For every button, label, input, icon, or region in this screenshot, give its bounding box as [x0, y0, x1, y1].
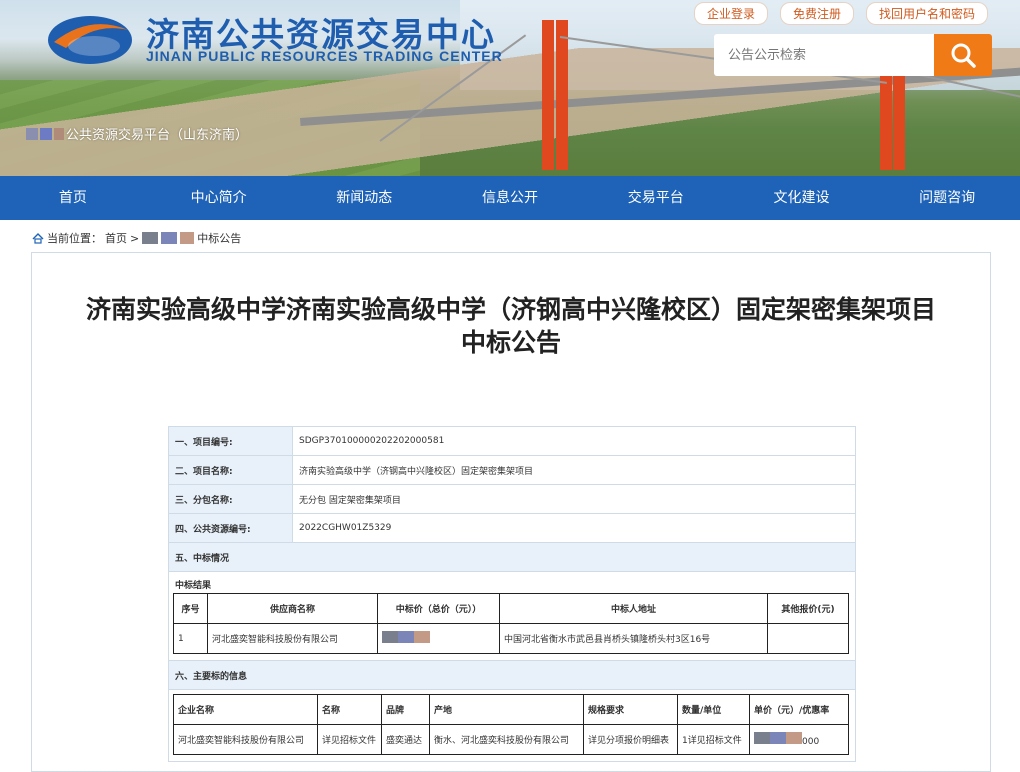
redacted-block: [414, 631, 430, 643]
table-header-row: 企业名称 名称 品牌 产地 规格要求 数量/单位 单价（元）/优惠率: [173, 694, 849, 725]
field-label: 三、分包名称:: [168, 484, 293, 514]
breadcrumb-home-link[interactable]: 首页: [105, 230, 127, 246]
nav-item-news[interactable]: 新闻动态: [291, 176, 437, 220]
table-cell: 详见分项报价明细表: [583, 724, 678, 755]
result-title: 中标结果: [175, 581, 212, 591]
field-value: 无分包 固定架密集架项目: [292, 484, 856, 514]
logo-icon[interactable]: [44, 8, 136, 68]
breadcrumb-prefix: 当前位置：: [47, 232, 102, 245]
page-title-line2: 中标公告: [460, 328, 561, 357]
field-label: 二、项目名称:: [168, 455, 293, 485]
field-value: 济南实验高级中学（济钢高中兴隆校区）固定架密集架项目: [292, 455, 856, 485]
table-cell: 1详见招标文件: [677, 724, 750, 755]
table-row: 企业名称 名称 品牌 产地 规格要求 数量/单位 单价（元）/优惠率 河北盛奕智…: [168, 689, 856, 762]
nav-item-consult[interactable]: 问题咨询: [874, 176, 1020, 220]
column-header: 中标人地址: [499, 593, 768, 624]
nav-item-trading[interactable]: 交易平台: [583, 176, 729, 220]
table-row: 1 河北盛奕智能科技股份有限公司 中国河北省衡水市武邑县肖桥头镇隆桥头村3区16…: [173, 623, 849, 654]
banner-bridge-tower: [880, 60, 892, 170]
result-table: 序号 供应商名称 中标价（总价（元）） 中标人地址 其他报价(元) 1 河北盛奕…: [173, 593, 849, 654]
field-label: 四、公共资源编号:: [168, 513, 293, 543]
unit-price-suffix: 000: [802, 737, 820, 747]
redacted-block: [786, 732, 802, 744]
platform-label: 公共资源交易平台（山东济南）: [26, 124, 248, 143]
redacted-block: [180, 232, 195, 244]
table-row: 四、公共资源编号: 2022CGHW01Z5329: [168, 513, 856, 543]
table-row: 六、主要标的信息: [168, 660, 856, 690]
table-cell: 中国河北省衡水市武邑县肖桥头镇隆桥头村3区16号: [499, 623, 768, 654]
column-header: 规格要求: [583, 694, 678, 725]
table-cell: 盛奕通达: [381, 724, 430, 755]
column-header: 名称: [317, 694, 382, 725]
field-label: 一、项目编号:: [168, 426, 293, 456]
register-link[interactable]: 免费注册: [779, 2, 854, 25]
nav-item-about[interactable]: 中心简介: [146, 176, 292, 220]
table-cell: 衡水、河北盛奕科技股份有限公司: [429, 724, 584, 755]
items-cell: 企业名称 名称 品牌 产地 规格要求 数量/单位 单价（元）/优惠率 河北盛奕智…: [168, 689, 856, 762]
column-header: 产地: [429, 694, 584, 725]
redacted-block: [40, 127, 52, 140]
banner-bridge-tower: [893, 60, 905, 170]
table-cell: [767, 623, 849, 654]
field-value: 2022CGHW01Z5329: [292, 513, 856, 543]
redacted-block: [754, 732, 770, 744]
logo-subtitle: JINAN PUBLIC RESOURCES TRADING CENTER: [146, 48, 503, 64]
table-row: 中标结果 序号 供应商名称 中标价（总价（元）） 中标人地址 其他报价(元) 1…: [168, 571, 856, 661]
search-icon: [951, 43, 976, 68]
field-value: SDGP370100000202202000581: [292, 426, 856, 456]
result-cell: 中标结果 序号 供应商名称 中标价（总价（元）） 中标人地址 其他报价(元) 1…: [168, 571, 856, 661]
table-cell: 1: [173, 623, 208, 654]
page-title-line1: 济南实验高级中学济南实验高级中学（济钢高中兴隆校区）固定架密集架项目: [85, 295, 936, 324]
redacted-block: [398, 631, 414, 643]
column-header: 企业名称: [173, 694, 318, 725]
table-row: 二、项目名称: 济南实验高级中学（济钢高中兴隆校区）固定架密集架项目: [168, 455, 856, 485]
redacted-block: [161, 232, 178, 244]
platform-label-text: 公共资源交易平台（山东济南）: [66, 128, 249, 143]
table-cell: 详见招标文件: [317, 724, 382, 755]
column-header: 单价（元）/优惠率: [749, 694, 849, 725]
home-icon: [32, 232, 44, 244]
notice-table: 一、项目编号: SDGP370100000202202000581 二、项目名称…: [168, 426, 856, 762]
table-cell: 河北盛奕智能科技股份有限公司: [173, 724, 318, 755]
column-header: 序号: [173, 593, 208, 624]
table-row: 一、项目编号: SDGP370100000202202000581: [168, 426, 856, 456]
redacted-block: [26, 127, 38, 140]
nav-item-disclosure[interactable]: 信息公开: [437, 176, 583, 220]
breadcrumb-current[interactable]: 中标公告: [197, 230, 241, 246]
banner-bridge-tower: [542, 20, 554, 170]
table-header-row: 序号 供应商名称 中标价（总价（元）） 中标人地址 其他报价(元): [173, 593, 849, 624]
header-banner: 济南公共资源交易中心 JINAN PUBLIC RESOURCES TRADIN…: [0, 0, 1020, 176]
column-header: 其他报价(元): [767, 593, 849, 624]
column-header: 品牌: [381, 694, 430, 725]
redacted-block: [54, 127, 64, 140]
top-links: 企业登录 免费注册 找回用户名和密码: [693, 2, 988, 25]
redacted-block: [382, 631, 398, 643]
redacted-block: [770, 732, 786, 744]
section-heading: 六、主要标的信息: [168, 660, 856, 690]
section-heading: 五、中标情况: [168, 542, 856, 572]
table-row: 三、分包名称: 无分包 固定架密集架项目: [168, 484, 856, 514]
breadcrumb-separator: >: [130, 231, 140, 245]
search-input[interactable]: [714, 34, 934, 76]
table-row: 五、中标情况: [168, 542, 856, 572]
banner-bridge-tower: [556, 20, 568, 170]
table-cell-redacted: [377, 623, 500, 654]
table-row: 河北盛奕智能科技股份有限公司 详见招标文件 盛奕通达 衡水、河北盛奕科技股份有限…: [173, 724, 849, 755]
main-nav: 首页 中心简介 新闻动态 信息公开 交易平台 文化建设 问题咨询: [0, 176, 1020, 220]
page-title: 济南实验高级中学济南实验高级中学（济钢高中兴隆校区）固定架密集架项目 中标公告: [32, 293, 990, 359]
search-button[interactable]: [934, 34, 992, 76]
content-panel: 济南实验高级中学济南实验高级中学（济钢高中兴隆校区）固定架密集架项目 中标公告 …: [31, 252, 991, 772]
redacted-block: [142, 232, 159, 244]
nav-item-culture[interactable]: 文化建设: [729, 176, 875, 220]
table-cell: 河北盛奕智能科技股份有限公司: [207, 623, 378, 654]
table-cell: 000: [749, 724, 849, 755]
column-header: 中标价（总价（元））: [377, 593, 500, 624]
items-table: 企业名称 名称 品牌 产地 规格要求 数量/单位 单价（元）/优惠率 河北盛奕智…: [173, 694, 849, 755]
column-header: 供应商名称: [207, 593, 378, 624]
login-link[interactable]: 企业登录: [693, 2, 768, 25]
nav-item-home[interactable]: 首页: [0, 176, 146, 220]
column-header: 数量/单位: [677, 694, 750, 725]
breadcrumb: 当前位置： 首页 > 中标公告: [32, 230, 241, 246]
recover-account-link[interactable]: 找回用户名和密码: [865, 2, 988, 25]
